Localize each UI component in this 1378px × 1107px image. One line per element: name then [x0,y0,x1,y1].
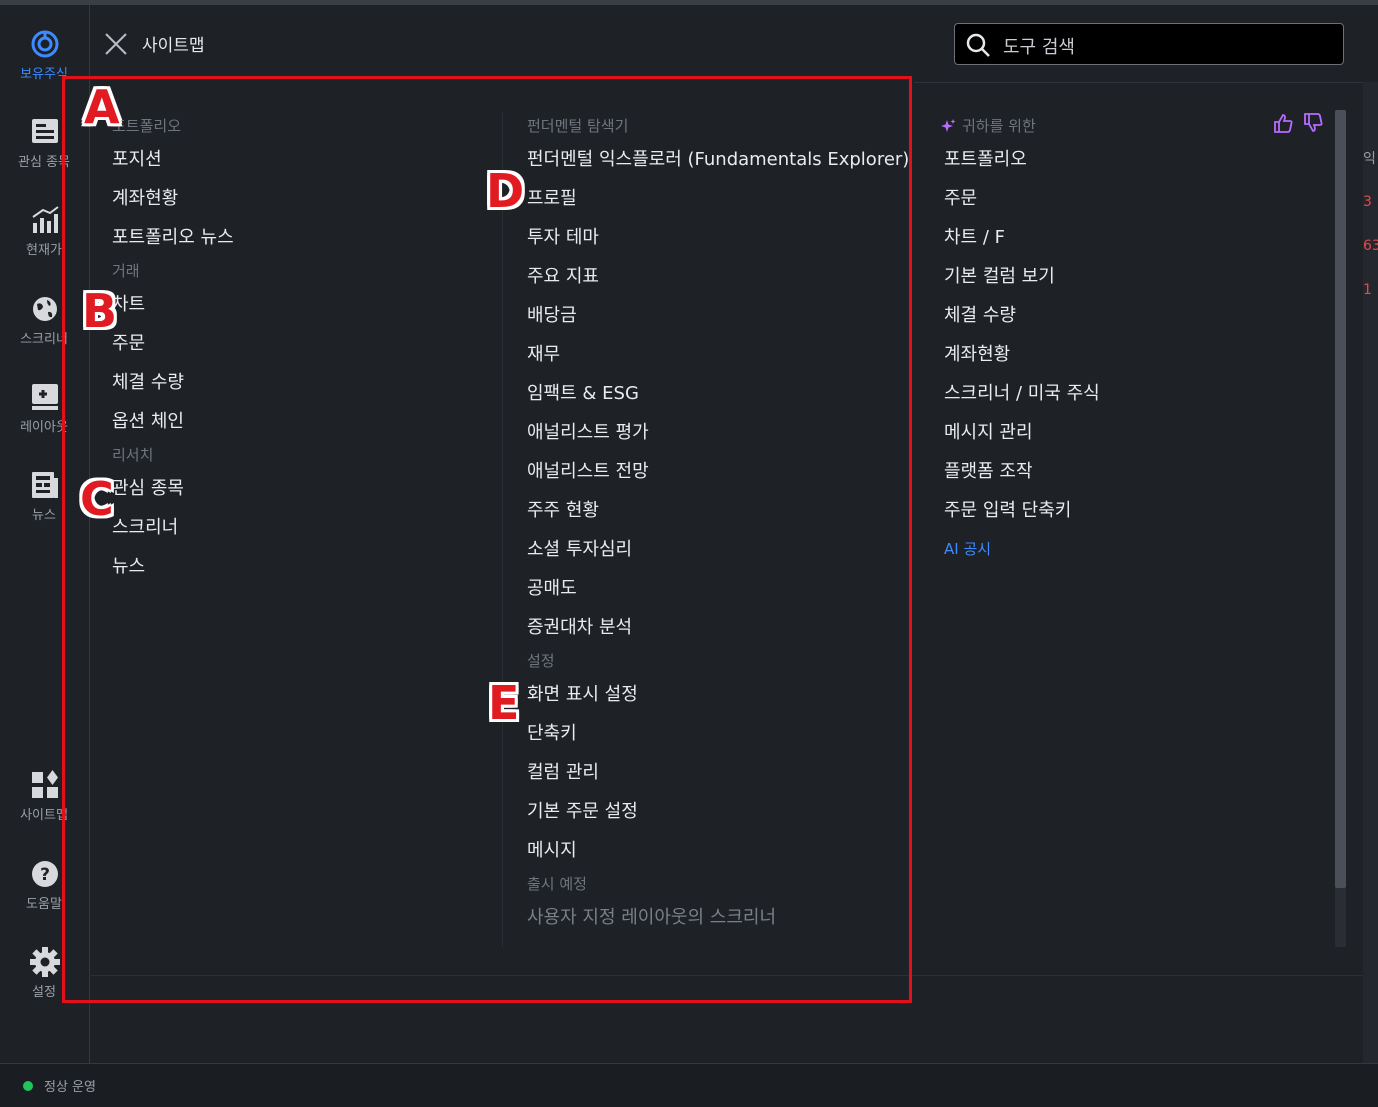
sitemap-link-message-management[interactable]: 메시지 관리 [944,413,1100,452]
annotation-marker-c: C [80,472,114,526]
sitemap-link-platform-controls[interactable]: 플랫폼 조작 [944,452,1100,491]
for-you-list: 포트폴리오 주문 차트 / F 기본 컬럼 보기 체결 수량 계좌현황 스크리너… [940,140,1100,569]
thumbs-down-icon[interactable] [1302,112,1324,138]
gear-icon [29,947,60,977]
svg-text:?: ? [40,865,50,885]
search-input[interactable]: 도구 검색 [954,23,1344,65]
status-text: 정상 운영 [44,1080,96,1095]
top-border [0,0,1378,5]
search-placeholder: 도구 검색 [1003,37,1075,58]
sitemap-link-account-status[interactable]: 계좌현황 [944,335,1100,374]
search-icon [966,33,990,57]
sitemap-link-portfolio[interactable]: 포트폴리오 [944,140,1100,179]
close-icon[interactable] [104,32,128,56]
annotation-marker-b: B [82,284,118,338]
annotation-marker-a: A [84,80,120,134]
sitemap-grid-icon [31,770,58,798]
edge-text: 63 [1363,238,1378,254]
sitemap-link-executions[interactable]: 체결 수량 [944,296,1100,335]
quote-chart-icon [31,206,59,233]
news-icon [31,472,58,498]
header-separator [914,82,1364,83]
sparkle-icon [941,119,956,132]
scrollbar-thumb[interactable] [1335,110,1346,888]
edge-text: 1 [1363,282,1372,298]
sitemap-link-screener-us-stocks[interactable]: 스크리너 / 미국 주식 [944,374,1100,413]
sitemap-link-order-entry-shortcuts[interactable]: 주문 입력 단축키 [944,491,1100,530]
globe-icon [32,297,57,321]
section-title-for-you-row: 귀하를 위한 [940,112,1100,140]
sitemap-link-order[interactable]: 주문 [944,179,1100,218]
layout-add-icon [31,384,58,410]
section-title-for-you: 귀하를 위한 [962,117,1036,135]
sitemap-column-3: 귀하를 위한 포트폴리오 주문 차트 / F 기본 컬럼 보기 체결 수량 계좌… [940,112,1100,569]
edge-text: 익 [1363,151,1376,167]
edge-text: 3 [1363,194,1372,210]
watchlist-icon [31,119,58,143]
annotation-marker-d: D [486,164,525,218]
background-page-edge: 익 3 63 1 [1363,82,1378,1063]
sitemap-link-default-columns[interactable]: 기본 컬럼 보기 [944,257,1100,296]
rail-item-portfolio[interactable]: 보유주식 [0,27,89,82]
sitemap-link-chart-f[interactable]: 차트 / F [944,218,1100,257]
page-title: 사이트맵 [142,36,205,56]
portfolio-icon [31,30,58,58]
annotation-marker-e: E [488,676,520,730]
thumbs-up-icon[interactable] [1272,112,1294,138]
status-indicator-dot [23,1081,33,1091]
ai-disclosure-link[interactable]: AI 공시 [944,530,1100,569]
status-bar: 정상 운영 [0,1063,1378,1107]
help-icon: ? [31,861,58,887]
feedback-buttons [1272,112,1324,138]
